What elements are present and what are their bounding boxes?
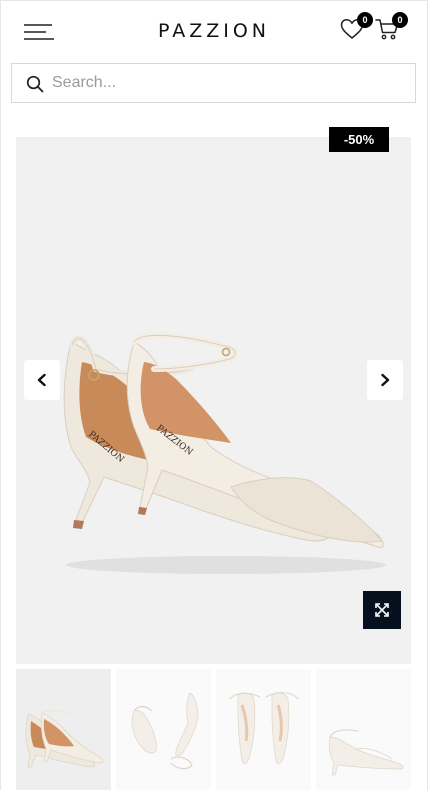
search-bar — [11, 63, 416, 103]
cart-count-badge: 0 — [392, 12, 408, 28]
search-icon[interactable] — [26, 75, 44, 93]
thumbnail-2[interactable] — [116, 669, 211, 790]
thumbnail-4[interactable] — [316, 669, 411, 790]
wishlist-button[interactable]: 0 — [339, 12, 373, 42]
thumbnail-1[interactable] — [16, 669, 111, 790]
thumbnail-3[interactable] — [216, 669, 311, 790]
expand-icon — [375, 603, 389, 617]
thumbnail-image — [328, 729, 404, 776]
thumbnail-image — [25, 709, 104, 768]
discount-badge: -50% — [329, 127, 389, 152]
thumbnail-image — [131, 692, 199, 770]
product-shoes-image: PAZZION PAZZION — [63, 332, 386, 574]
site-header: PAZZION 0 0 — [0, 0, 428, 62]
thumbnail-image — [229, 692, 299, 765]
wishlist-count-badge: 0 — [357, 12, 373, 28]
chevron-left-icon — [37, 373, 46, 387]
gallery-prev-button[interactable] — [24, 360, 60, 400]
gallery-next-button[interactable] — [367, 360, 403, 400]
chevron-right-icon — [381, 373, 390, 387]
thumbnail-strip — [16, 669, 411, 790]
product-main-image[interactable]: PAZZION PAZZION — [16, 137, 411, 664]
cart-button[interactable]: 0 — [374, 12, 408, 42]
zoom-button[interactable] — [363, 591, 401, 629]
search-input[interactable] — [52, 64, 407, 102]
